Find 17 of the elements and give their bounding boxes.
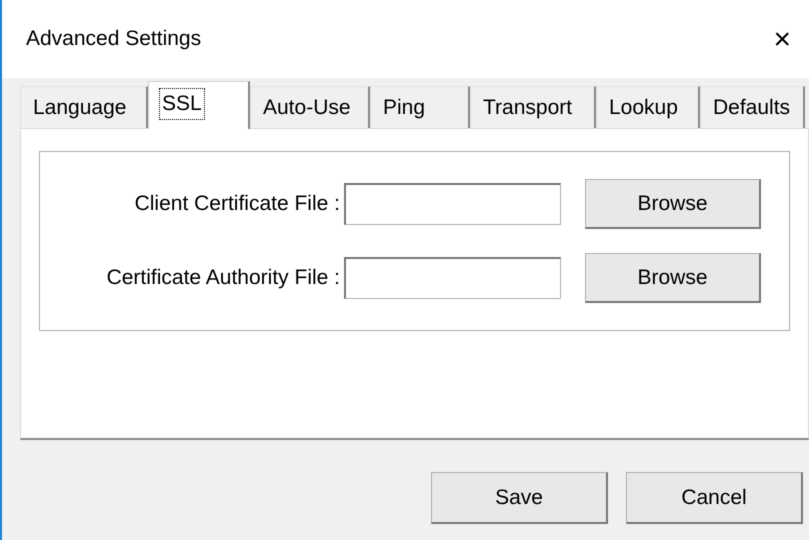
tab[interactable]: Transport	[470, 86, 596, 128]
input-field[interactable]	[344, 257, 561, 299]
input-field[interactable]	[344, 183, 561, 225]
field-label: Certificate Authority File :	[106, 265, 341, 292]
field-label: Client Certificate File :	[134, 191, 341, 218]
tab[interactable]: Ping	[370, 86, 470, 128]
tab[interactable]: Language	[20, 86, 148, 128]
close-button[interactable]: ×	[765, 16, 799, 62]
browse-button[interactable]: Browse	[585, 253, 761, 303]
tab[interactable]: Auto-Use	[250, 86, 370, 128]
tab[interactable]: Defaults	[700, 86, 805, 128]
cancel-button[interactable]: Cancel	[626, 472, 803, 524]
window-title: Advanced Settings	[26, 26, 202, 52]
save-button[interactable]: Save	[431, 472, 608, 524]
tab[interactable]: Lookup	[596, 86, 700, 128]
tab[interactable]: SSL	[148, 81, 250, 129]
browse-button[interactable]: Browse	[585, 179, 761, 229]
